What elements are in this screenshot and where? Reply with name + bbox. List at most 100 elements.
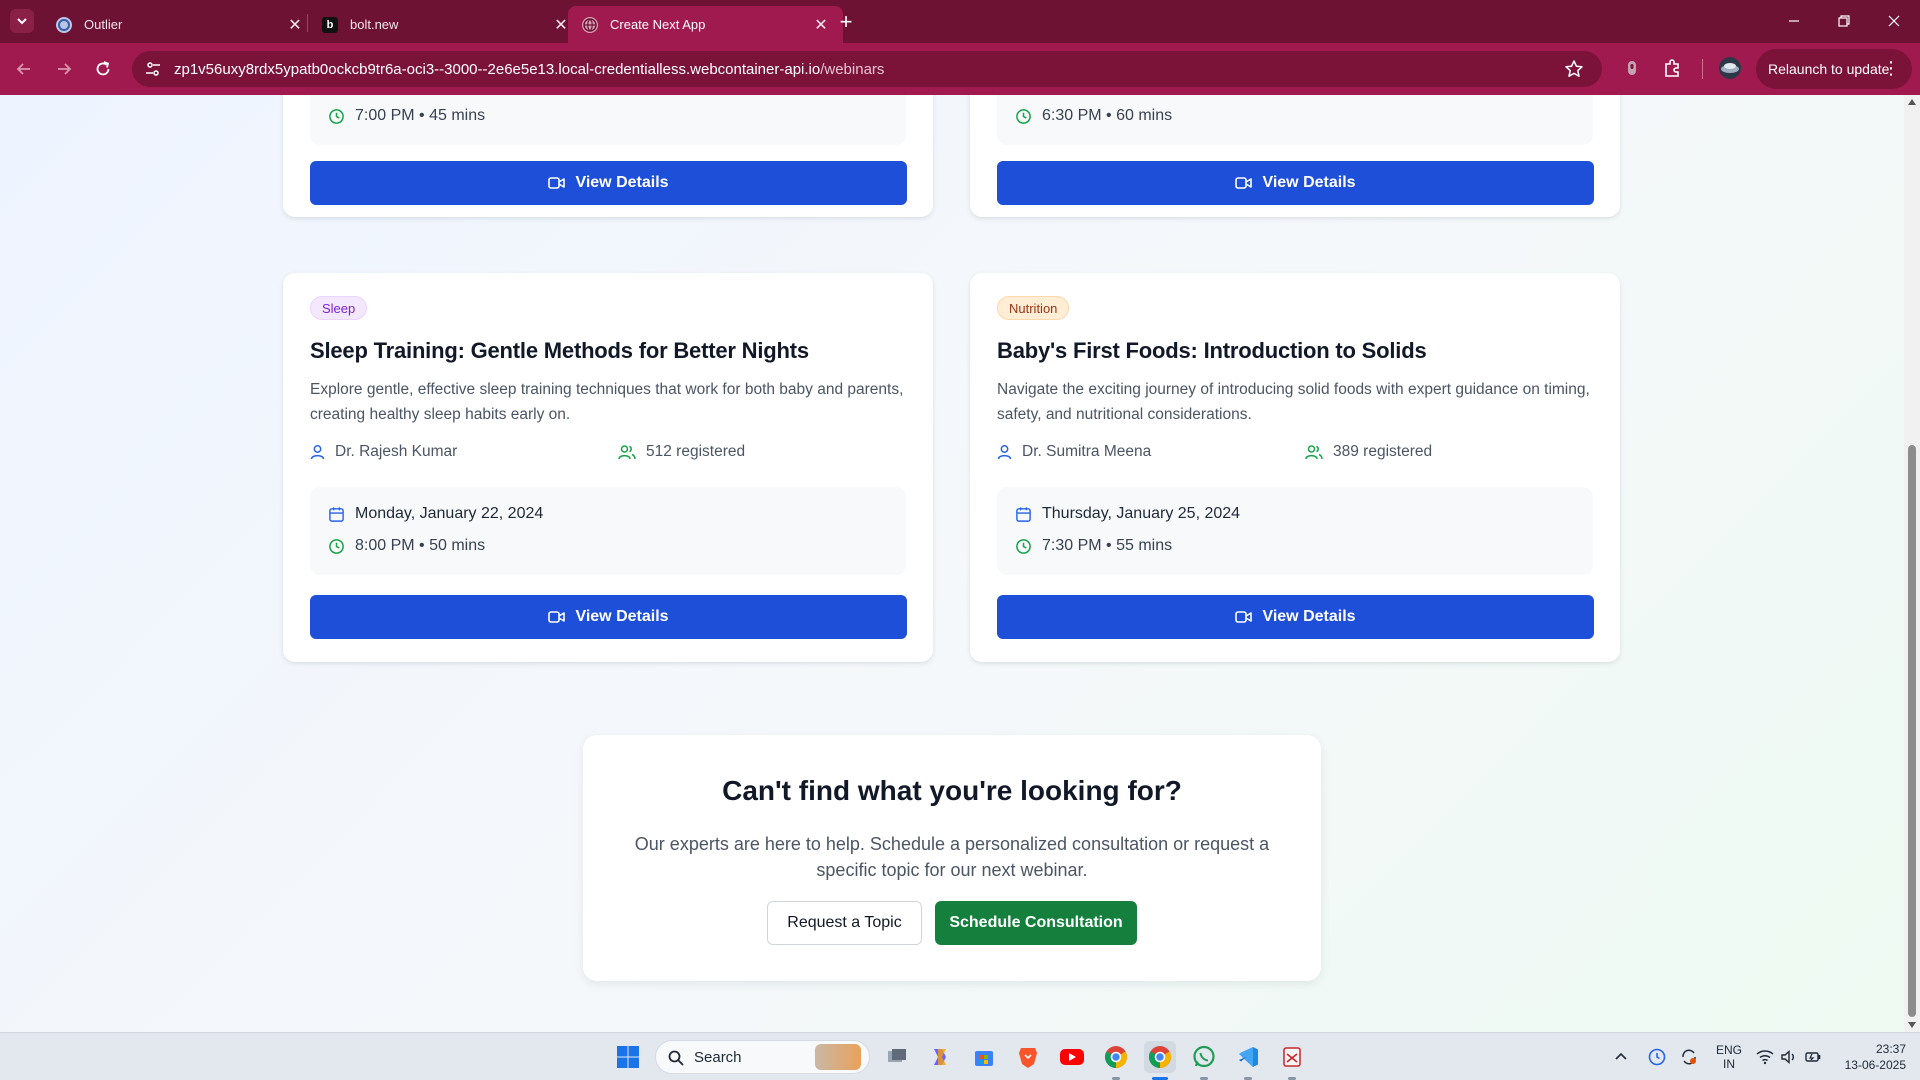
webinar-card: 7:00 PM • 45 mins View Details <box>283 95 933 217</box>
tab-create-next-app[interactable]: Create Next App ✕ <box>568 6 843 43</box>
close-icon <box>1888 15 1900 27</box>
extension-icon[interactable] <box>1620 56 1644 80</box>
brave-lion-icon <box>1019 1048 1037 1068</box>
address-bar[interactable]: zp1v56uxy8rdx5ypatb0ockcb9tr6a-oci3--300… <box>132 51 1602 87</box>
view-details-button[interactable]: View Details <box>310 595 907 639</box>
copilot-button[interactable] <box>924 1041 956 1073</box>
date-text: Thursday, January 25, 2024 <box>1042 505 1241 522</box>
microsoft-store-icon <box>975 1051 993 1066</box>
request-topic-button[interactable]: Request a Topic <box>767 901 922 945</box>
chrome-icon <box>1149 1046 1171 1068</box>
schedule-consultation-button[interactable]: Schedule Consultation <box>935 901 1137 945</box>
webinar-title: Sleep Training: Gentle Methods for Bette… <box>310 338 809 363</box>
host-row: Dr. Sumitra Meena <box>997 443 1151 461</box>
time-row: 7:00 PM • 45 mins <box>328 107 485 125</box>
arrow-right-icon <box>58 63 72 75</box>
scroll-thumb[interactable] <box>1908 445 1916 1017</box>
time-row: 7:30 PM • 55 mins <box>1015 537 1172 555</box>
start-button[interactable] <box>612 1041 644 1073</box>
view-details-label: View Details <box>1262 174 1356 191</box>
puzzle-icon <box>1665 59 1679 77</box>
restore-button[interactable] <box>1824 8 1864 34</box>
search-icon <box>668 1050 684 1066</box>
scroll-down-arrow-icon[interactable] <box>1908 1022 1916 1028</box>
snipping-tool-button[interactable] <box>1276 1041 1308 1073</box>
webinar-description: Explore gentle, effective sleep training… <box>310 381 904 423</box>
video-camera-icon <box>1235 177 1253 189</box>
webinar-card: Sleep Sleep Training: Gentle Methods for… <box>283 273 933 662</box>
time-text: 7:30 PM • 55 mins <box>1042 537 1173 554</box>
windows-logo-icon <box>617 1046 639 1068</box>
close-icon[interactable]: ✕ <box>553 17 569 34</box>
schedule-box: Thursday, January 25, 2024 7:30 PM • 55 … <box>997 487 1593 575</box>
youtube-button[interactable] <box>1056 1041 1088 1073</box>
relaunch-button[interactable]: Relaunch to update ⋮ <box>1756 49 1912 89</box>
outlier-icon <box>56 16 72 33</box>
network-volume-battery[interactable] <box>1756 1033 1822 1080</box>
users-icon <box>618 445 636 460</box>
vscode-button[interactable] <box>1232 1041 1264 1073</box>
page-scrollbar[interactable] <box>1904 95 1920 1032</box>
webinar-card: Nutrition Baby's First Foods: Introducti… <box>970 273 1620 662</box>
chevron-up-icon <box>1615 1052 1627 1060</box>
back-button[interactable] <box>10 55 38 83</box>
language-indicator[interactable]: ENG IN <box>1714 1033 1744 1080</box>
chrome-button[interactable] <box>1100 1041 1132 1073</box>
registered-row: 389 registered <box>1305 443 1432 461</box>
cta-description: Our experts are here to help. Schedule a… <box>634 834 1270 880</box>
show-hidden-icons-button[interactable] <box>1614 1033 1628 1080</box>
taskbar-clock[interactable]: 23:37 13-06-2025 <box>1836 1041 1906 1073</box>
minimize-icon <box>1789 20 1799 22</box>
avatar-icon <box>1719 57 1741 79</box>
bookmark-star-icon[interactable] <box>1564 59 1584 79</box>
date-text: Monday, January 22, 2024 <box>355 505 544 522</box>
profile-button[interactable] <box>1718 56 1742 80</box>
view-details-button[interactable]: View Details <box>310 161 907 205</box>
tab-search-button[interactable] <box>10 9 34 33</box>
scroll-up-arrow-icon[interactable] <box>1908 99 1916 105</box>
site-settings-icon[interactable] <box>144 60 162 78</box>
date-row: Thursday, January 25, 2024 <box>1015 505 1240 523</box>
restore-icon <box>1838 15 1850 27</box>
whatsapp-icon <box>1193 1045 1215 1068</box>
menu-dots-icon[interactable]: ⋮ <box>1882 58 1900 79</box>
minimize-button[interactable] <box>1774 8 1814 34</box>
tab-outlier[interactable]: Outlier ✕ <box>42 6 317 43</box>
reload-button[interactable] <box>89 55 117 83</box>
registered-row: 512 registered <box>618 443 745 461</box>
close-icon[interactable]: ✕ <box>287 17 303 34</box>
clock-app-tray[interactable] <box>1648 1033 1666 1080</box>
category-badge: Nutrition <box>997 296 1070 320</box>
help-cta-card: Can't find what you're looking for? Our … <box>583 735 1321 981</box>
new-tab-button[interactable]: + <box>834 9 858 34</box>
store-button[interactable] <box>968 1041 1000 1073</box>
tab-bolt[interactable]: b bolt.new ✕ <box>308 6 583 43</box>
task-view-button[interactable] <box>881 1041 913 1073</box>
extensions-button[interactable] <box>1660 56 1684 80</box>
host-name: Dr. Rajesh Kumar <box>335 443 458 460</box>
chrome-active-button[interactable] <box>1144 1041 1176 1073</box>
toolbar: zp1v56uxy8rdx5ypatb0ockcb9tr6a-oci3--300… <box>0 43 1920 95</box>
toolbar-divider <box>1702 59 1703 79</box>
brave-button[interactable] <box>1012 1041 1044 1073</box>
video-camera-icon <box>1235 611 1253 623</box>
window-close-button[interactable] <box>1874 8 1914 34</box>
time-text: 8:00 PM • 50 mins <box>355 537 486 554</box>
schedule-box: Monday, January 22, 2024 8:00 PM • 50 mi… <box>310 487 906 575</box>
globe-icon <box>582 16 598 33</box>
sync-tray[interactable] <box>1680 1033 1698 1080</box>
arrow-left-icon <box>16 63 30 75</box>
whatsapp-button[interactable] <box>1188 1041 1220 1073</box>
taskbar-search[interactable]: Search <box>655 1040 870 1074</box>
view-details-button[interactable]: View Details <box>997 161 1594 205</box>
registered-count: 389 registered <box>1333 443 1433 460</box>
clock-icon <box>1016 108 1031 124</box>
close-icon[interactable]: ✕ <box>813 17 829 34</box>
users-icon <box>1305 445 1323 460</box>
view-details-label: View Details <box>575 174 669 191</box>
webinar-description: Navigate the exciting journey of introdu… <box>997 381 1590 423</box>
url-path: /webinars <box>820 60 885 78</box>
forward-button[interactable] <box>50 55 78 83</box>
view-details-button[interactable]: View Details <box>997 595 1594 639</box>
video-camera-icon <box>548 177 566 189</box>
